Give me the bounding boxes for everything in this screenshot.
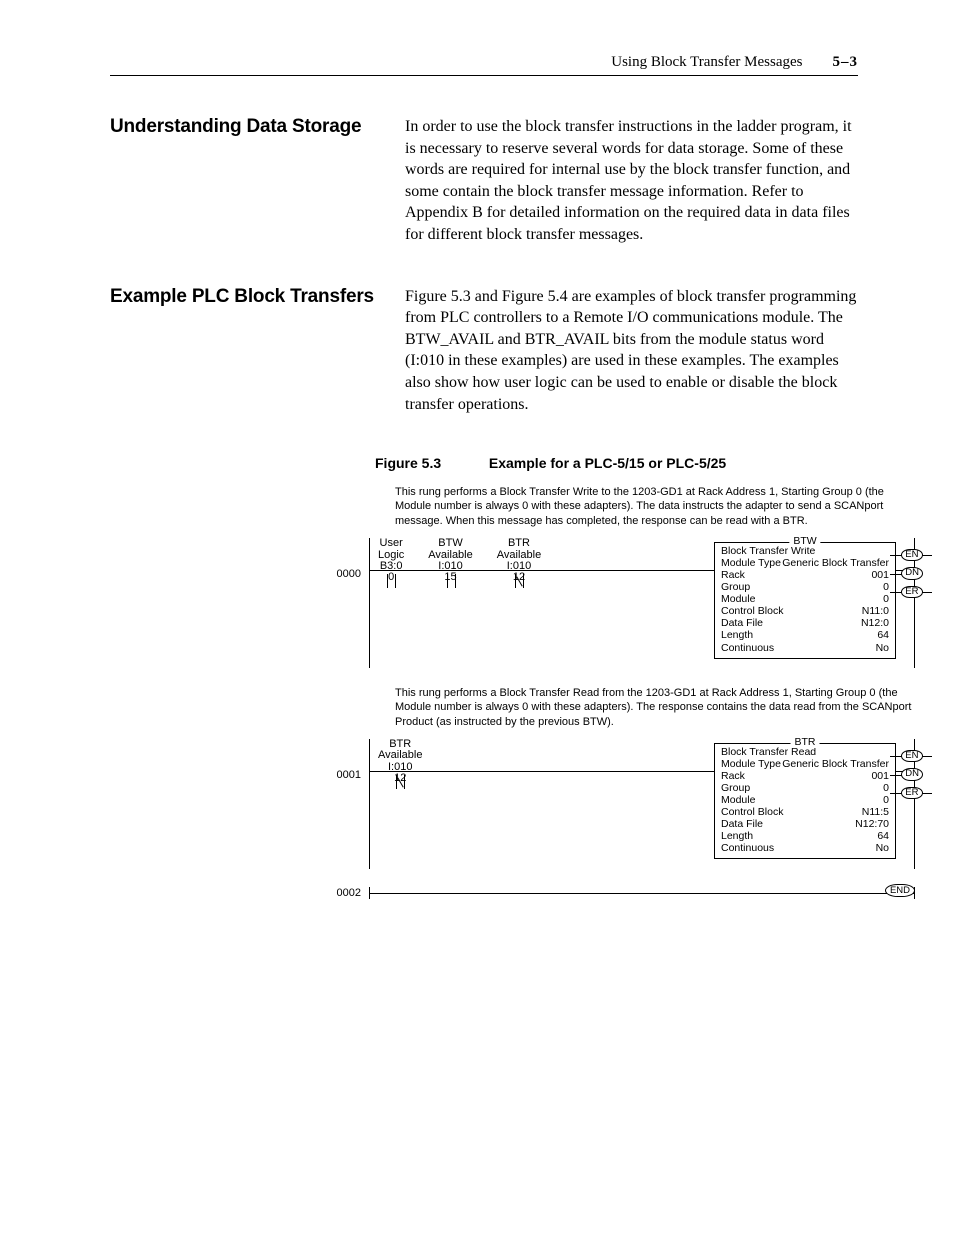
- flag-er: ER: [901, 787, 923, 799]
- rung-description: This rung performs a Block Transfer Read…: [395, 686, 915, 729]
- section-heading: Example PLC Block Transfers: [110, 286, 375, 416]
- block-tag: BTR: [791, 736, 820, 748]
- section-example-plc-block-transfers: Example PLC Block Transfers Figure 5.3 a…: [110, 286, 858, 416]
- end-flag: END: [885, 884, 915, 897]
- section-body: Figure 5.3 and Figure 5.4 are examples o…: [405, 286, 858, 416]
- page-header: Using Block Transfer Messages 5–3: [110, 54, 858, 76]
- flag-dn: DN: [901, 768, 923, 780]
- flag-er: ER: [901, 586, 923, 598]
- figure-caption: Figure 5.3 Example for a PLC-5/15 or PLC…: [375, 455, 858, 471]
- ladder-rung: 0001 BTR Available I:010 12 BTR: [325, 739, 915, 869]
- figure-title: Example for a PLC-5/15 or PLC-5/25: [489, 455, 726, 471]
- section-body: In order to use the block transfer instr…: [405, 116, 858, 246]
- btw-block: BTW Block Transfer Write Module TypeGene…: [714, 542, 896, 659]
- flag-dn: DN: [901, 567, 923, 579]
- rung-number: 0002: [325, 887, 369, 899]
- section-understanding-data-storage: Understanding Data Storage In order to u…: [110, 116, 858, 246]
- contact-xio: BTR Available I:010 12: [497, 538, 541, 588]
- rung-description: This rung performs a Block Transfer Writ…: [395, 485, 915, 528]
- section-heading: Understanding Data Storage: [110, 116, 375, 246]
- contact-xic: BTW Available I:010 15: [428, 538, 472, 588]
- page-number: 5–3: [833, 54, 859, 71]
- contact-xic: User Logic B3:0 0: [378, 538, 404, 588]
- figure-number: Figure 5.3: [375, 455, 485, 471]
- ladder-rung: 0000 User Logic B3:0 0 BTW Avai: [325, 538, 915, 668]
- rung-number: 0001: [325, 739, 369, 781]
- running-title: Using Block Transfer Messages: [611, 54, 802, 71]
- ladder-diagram: This rung performs a Block Transfer Writ…: [325, 485, 915, 899]
- flag-en: EN: [901, 750, 923, 762]
- rung-number: 0000: [325, 538, 369, 580]
- contact-xio: BTR Available I:010 12: [378, 739, 422, 789]
- block-tag: BTW: [789, 535, 820, 547]
- figure-5-3: Figure 5.3 Example for a PLC-5/15 or PLC…: [375, 455, 858, 899]
- btr-block: BTR Block Transfer Read Module TypeGener…: [714, 743, 896, 860]
- flag-en: EN: [901, 549, 923, 561]
- ladder-rung-end: 0002 END: [325, 887, 915, 899]
